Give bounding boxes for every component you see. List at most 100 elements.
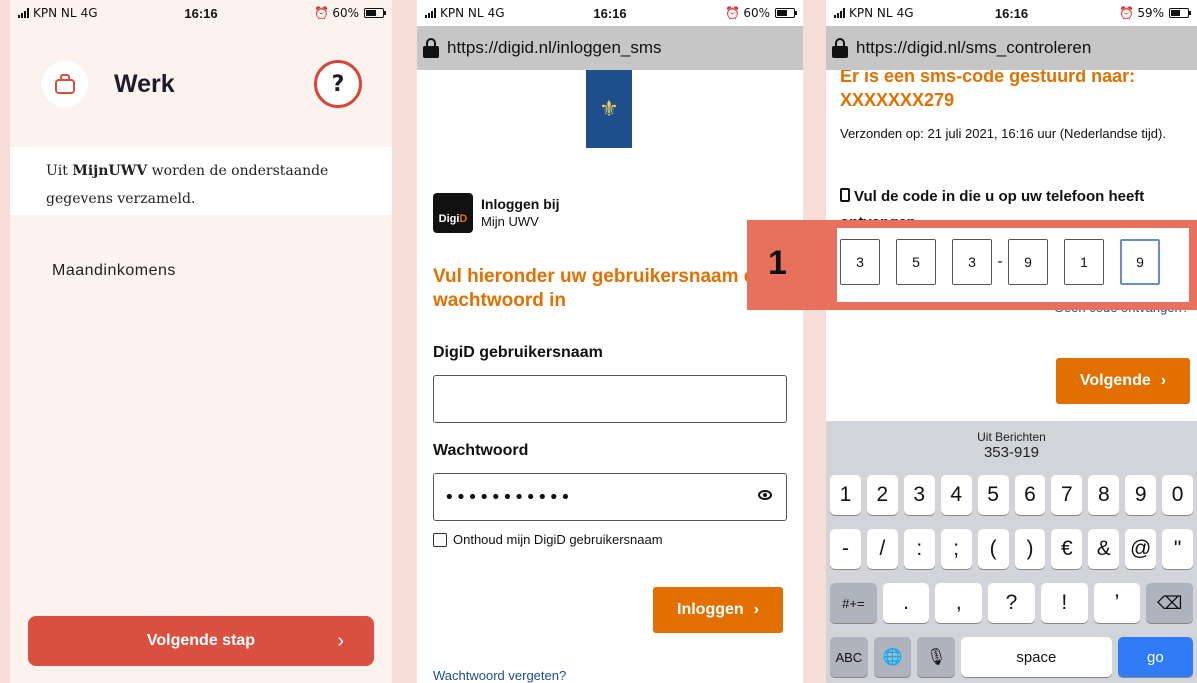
battery-icon: [774, 8, 797, 18]
key-9[interactable]: 9: [1125, 475, 1157, 515]
phone-icon: [840, 188, 850, 202]
digid-logo: Digi D: [433, 193, 473, 233]
password-input[interactable]: •••••••••••: [433, 473, 787, 521]
key-0[interactable]: 0: [1162, 475, 1194, 515]
key-abc[interactable]: ABC: [830, 637, 868, 677]
key-slash[interactable]: /: [866, 529, 898, 569]
signal-icon: [425, 8, 436, 18]
keyboard: Uit Berichten 353-919 1 2 3 4 5 6 7 8 9 …: [826, 421, 1197, 683]
status-bar: KPN NL 4G 16:16 ⏰ 59%: [826, 0, 1197, 26]
highlight-callout-frame: [747, 220, 1197, 310]
chevron-right-icon: ›: [1160, 372, 1167, 389]
sms-heading-phone: XXXXXXX279: [840, 90, 955, 110]
page-title: Werk: [114, 69, 175, 98]
list-item-maandinkomens: Maandinkomens: [52, 262, 176, 279]
key-4[interactable]: 4: [940, 475, 972, 515]
carrier-name: KPN NL: [33, 6, 77, 20]
network-type: 4G: [80, 6, 98, 20]
login-button-label: Inloggen: [677, 601, 744, 618]
carrier-name: KPN NL: [440, 6, 484, 20]
globe-icon[interactable]: 🌐: [873, 637, 912, 677]
login-button[interactable]: Inloggen ›: [653, 587, 783, 633]
next-button-label: Volgende: [1079, 372, 1151, 389]
battery-icon: [364, 8, 386, 18]
help-button[interactable]: ?: [314, 60, 362, 108]
key-8[interactable]: 8: [1088, 475, 1120, 515]
keyboard-suggestion[interactable]: Uit Berichten 353-919: [826, 421, 1197, 469]
key-3[interactable]: 3: [903, 475, 935, 515]
key-go[interactable]: go: [1117, 637, 1194, 677]
code-instruction-text: Vul de code in die u op uw telefoon heef…: [840, 188, 1145, 224]
key-open-paren[interactable]: (: [977, 529, 1009, 569]
alarm-icon: ⏰: [314, 6, 330, 20]
login-subtitle: Mijn UWV: [481, 214, 539, 229]
chevron-right-icon: ›: [753, 601, 759, 618]
microphone-icon[interactable]: 🎙: [917, 637, 956, 677]
status-bar: KPN NL 4G 16:16 ⏰ 60%: [10, 0, 392, 26]
url-bar[interactable]: https://digid.nl/inloggen_sms: [417, 26, 803, 70]
digid-login-target: Digi D Inloggen bij Mijn UWV: [433, 193, 560, 233]
key-colon[interactable]: :: [903, 529, 935, 569]
key-6[interactable]: 6: [1014, 475, 1046, 515]
url-text: https://digid.nl/sms_controleren: [856, 38, 1092, 57]
key-quote[interactable]: ": [1162, 529, 1194, 569]
keyboard-row-2: - / : ; ( ) € & @ ": [830, 529, 1194, 569]
key-comma[interactable]: ,: [935, 583, 983, 623]
remember-username[interactable]: Onthoud mijn DigiD gebruikersnaam: [433, 532, 663, 547]
signal-icon: [18, 8, 29, 18]
callout-number: 1: [768, 244, 787, 282]
password-label: Wachtwoord: [433, 442, 529, 459]
sent-timestamp: Verzonden op: 21 juli 2021, 16:16 uur (N…: [840, 126, 1166, 141]
screen-digid-login: KPN NL 4G 16:16 ⏰ 60% https://digid.nl/inl…: [417, 0, 803, 683]
page-header: Werk ?: [42, 48, 362, 120]
key-close-paren[interactable]: ): [1014, 529, 1046, 569]
username-input[interactable]: [433, 375, 787, 423]
key-ampersand[interactable]: &: [1088, 529, 1120, 569]
forgot-password-link[interactable]: Wachtwoord vergeten?: [433, 668, 566, 683]
key-2[interactable]: 2: [866, 475, 898, 515]
password-value: •••••••••••: [444, 486, 572, 508]
network-type: 4G: [487, 6, 505, 20]
suggestion-source: Uit Berichten: [977, 429, 1046, 444]
code-instruction: Vul de code in die u op uw telefoon heef…: [840, 184, 1195, 224]
chevron-right-icon: ›: [337, 629, 344, 652]
key-7[interactable]: 7: [1051, 475, 1083, 515]
key-space[interactable]: space: [961, 637, 1112, 677]
keyboard-row-3: #+= . , ? ! ’ ⌫: [830, 583, 1194, 623]
status-time: 16:16: [593, 5, 627, 21]
alarm-icon: ⏰: [1119, 6, 1135, 20]
key-question[interactable]: ?: [988, 583, 1035, 623]
next-step-button[interactable]: Volgende stap ›: [28, 616, 374, 666]
backspace-icon[interactable]: ⌫: [1146, 583, 1194, 623]
eye-icon[interactable]: [758, 490, 772, 500]
next-step-label: Volgende stap: [146, 632, 256, 649]
remember-label: Onthoud mijn DigiD gebruikersnaam: [453, 532, 663, 547]
url-bar[interactable]: https://digid.nl/sms_controleren: [826, 26, 1197, 70]
username-label: DigiD gebruikersnaam: [433, 344, 603, 361]
key-semicolon[interactable]: ;: [940, 529, 972, 569]
keyboard-row-1: 1 2 3 4 5 6 7 8 9 0: [830, 475, 1194, 515]
battery-percent: 59%: [1137, 6, 1164, 20]
remember-checkbox[interactable]: [433, 532, 447, 547]
suggestion-value: 353-919: [983, 443, 1040, 461]
next-button[interactable]: Volgende ›: [1056, 358, 1190, 404]
rijksoverheid-logo: ⚜: [586, 70, 632, 148]
battery-icon: [1168, 8, 1191, 18]
signal-icon: [834, 8, 845, 18]
key-apostrophe[interactable]: ’: [1093, 583, 1141, 623]
key-5[interactable]: 5: [977, 475, 1009, 515]
key-at[interactable]: @: [1125, 529, 1157, 569]
screen-uwv-werk: KPN NL 4G 16:16 ⏰ 60% Werk ? Uit MijnUWV w…: [10, 0, 392, 683]
key-exclamation[interactable]: !: [1040, 583, 1088, 623]
status-time: 16:16: [994, 5, 1029, 21]
key-dash[interactable]: -: [830, 529, 861, 569]
info-brand: MijnUWV: [72, 163, 148, 179]
key-1[interactable]: 1: [830, 475, 861, 515]
key-euro[interactable]: €: [1051, 529, 1083, 569]
screen-digid-sms: KPN NL 4G 16:16 ⏰ 59% Er is een sms-code g…: [826, 0, 1197, 683]
key-period[interactable]: .: [882, 583, 930, 623]
key-symbols[interactable]: #+=: [830, 583, 877, 623]
keyboard-row-4: ABC 🌐 🎙 space go: [830, 637, 1194, 677]
sms-heading: Er is een sms-code gestuurd naar: XXXXXX…: [840, 64, 1135, 112]
carrier-name: KPN NL: [849, 6, 893, 20]
